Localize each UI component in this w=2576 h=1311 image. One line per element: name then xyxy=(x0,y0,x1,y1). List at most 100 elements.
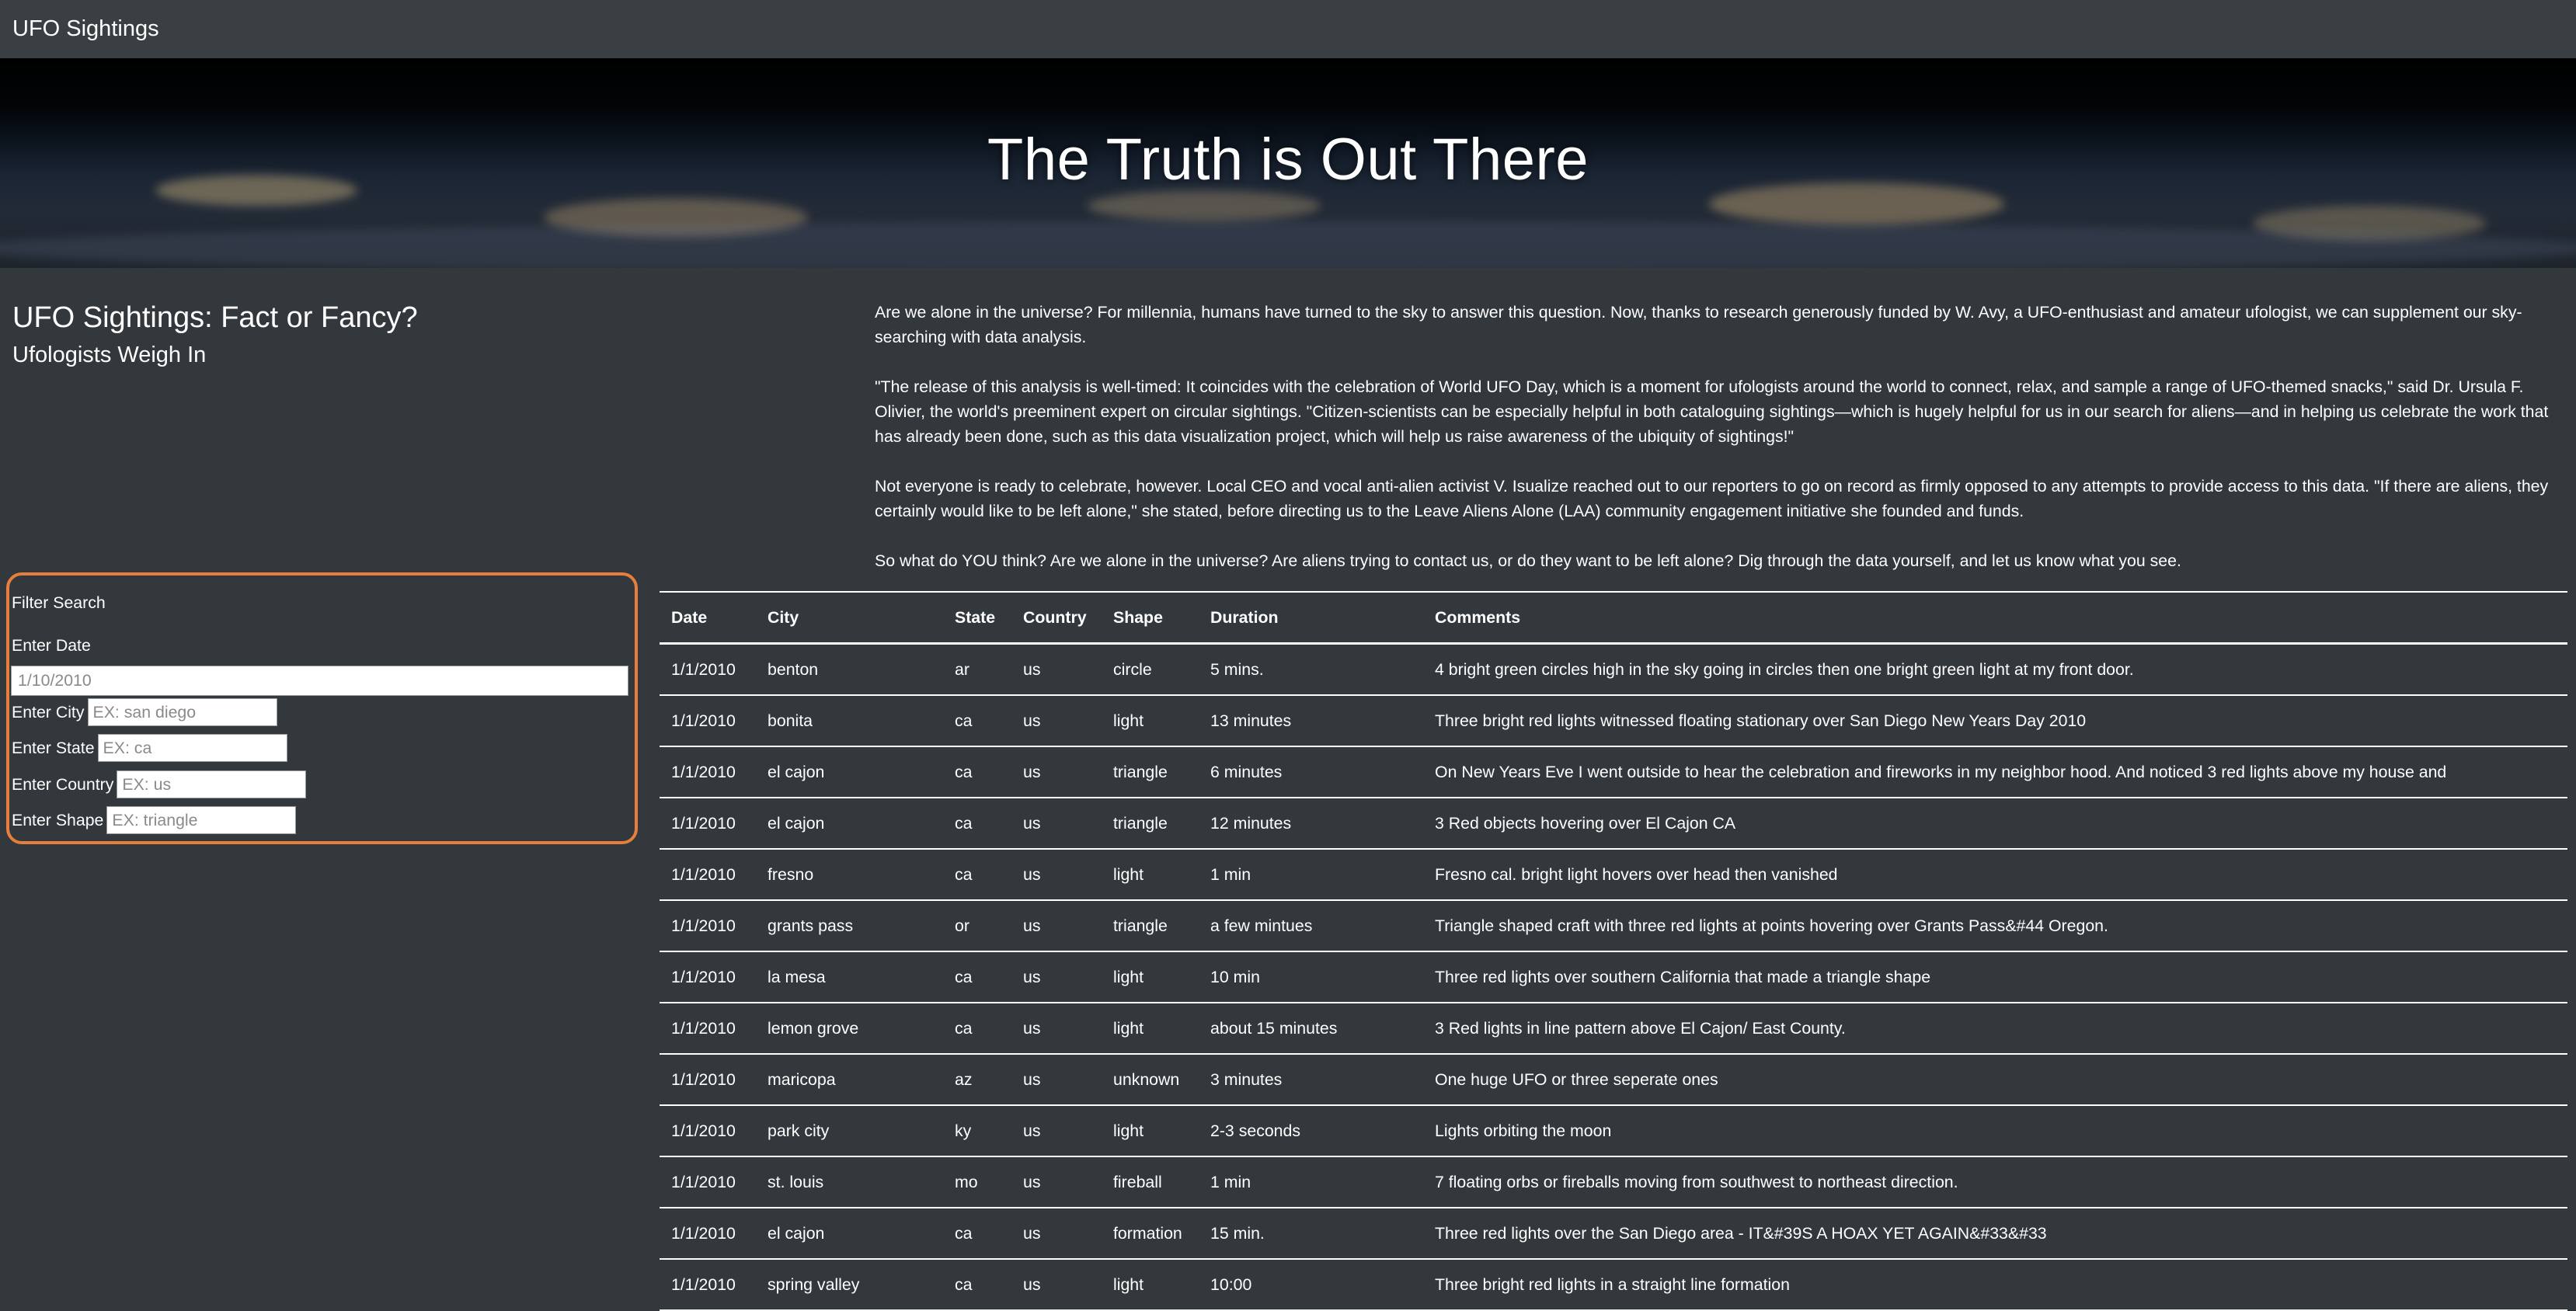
cell-duration: 12 minutes xyxy=(1199,798,1423,850)
table-row: 1/1/2010 benton ar us circle 5 mins. 4 bright … xyxy=(660,643,2567,696)
cell-city: maricopa xyxy=(756,1054,943,1106)
shape-input[interactable] xyxy=(106,806,297,834)
table-row: 1/1/2010 el cajon ca us triangle 6 minutes On … xyxy=(660,746,2567,798)
cell-comments: Fresno cal. bright light hovers over hea… xyxy=(1423,849,2567,901)
cell-date: 1/1/2010 xyxy=(660,1105,756,1157)
cell-date: 1/1/2010 xyxy=(660,1003,756,1055)
cell-country: us xyxy=(1011,900,1102,952)
state-input[interactable] xyxy=(97,734,287,762)
cell-comments: Triangle shaped craft with three red lig… xyxy=(1423,900,2567,952)
cell-comments: Three red lights over southern Californi… xyxy=(1423,951,2567,1003)
cell-city: st. louis xyxy=(756,1156,943,1208)
country-input[interactable] xyxy=(117,770,307,798)
hero-title: The Truth is Out There xyxy=(987,127,1589,193)
cell-shape: triangle xyxy=(1102,798,1199,850)
sightings-table-wrap: Date City State Country Shape Duration C… xyxy=(660,591,2567,1311)
cell-shape: triangle xyxy=(1102,900,1199,952)
cell-city: el cajon xyxy=(756,1208,943,1260)
cell-city: spring valley xyxy=(756,1259,943,1311)
cell-shape: light xyxy=(1102,951,1199,1003)
cell-duration: 15 min. xyxy=(1199,1208,1423,1260)
date-input[interactable] xyxy=(11,666,628,696)
cell-city: benton xyxy=(756,643,943,696)
cell-shape: light xyxy=(1102,849,1199,901)
cell-shape: light xyxy=(1102,1003,1199,1055)
cell-state: mo xyxy=(943,1156,1011,1208)
cell-state: ca xyxy=(943,746,1011,798)
country-label: Enter Country xyxy=(12,774,114,794)
cell-comments: 3 Red objects hovering over El Cajon CA xyxy=(1423,798,2567,850)
cell-city: bonita xyxy=(756,695,943,747)
cell-comments: Three bright red lights witnessed floati… xyxy=(1423,695,2567,747)
cell-shape: triangle xyxy=(1102,746,1199,798)
sightings-table: Date City State Country Shape Duration C… xyxy=(660,591,2567,1311)
column-header-duration: Duration xyxy=(1199,591,1423,645)
cell-duration: 5 mins. xyxy=(1199,643,1423,696)
table-row: 1/1/2010 spring valley ca us light 10:00 Three… xyxy=(660,1259,2567,1311)
cell-city: park city xyxy=(756,1105,943,1157)
city-input[interactable] xyxy=(87,698,277,726)
state-label: Enter State xyxy=(12,738,95,757)
column-header-comments: Comments xyxy=(1423,591,2567,645)
cell-state: or xyxy=(943,900,1011,952)
cell-shape: fireball xyxy=(1102,1156,1199,1208)
cell-comments: 4 bright green circles high in the sky g… xyxy=(1423,643,2567,696)
cell-date: 1/1/2010 xyxy=(660,1054,756,1106)
cell-country: us xyxy=(1011,849,1102,901)
cell-country: us xyxy=(1011,1054,1102,1106)
table-row: 1/1/2010 maricopa az us unknown 3 minutes One … xyxy=(660,1054,2567,1106)
cell-date: 1/1/2010 xyxy=(660,900,756,952)
table-header-row: Date City State Country Shape Duration C… xyxy=(660,591,2567,645)
cell-comments: Three bright red lights in a straight li… xyxy=(1423,1259,2567,1311)
cell-date: 1/1/2010 xyxy=(660,746,756,798)
table-body: 1/1/2010 benton ar us circle 5 mins. 4 bright … xyxy=(660,643,2567,1311)
cell-shape: light xyxy=(1102,1259,1199,1311)
cell-date: 1/1/2010 xyxy=(660,951,756,1003)
table-row: 1/1/2010 grants pass or us triangle a few min… xyxy=(660,900,2567,952)
cell-duration: 1 min xyxy=(1199,849,1423,901)
hero-banner: The Truth is Out There xyxy=(0,58,2576,268)
column-header-shape: Shape xyxy=(1102,591,1199,645)
cell-city: grants pass xyxy=(756,900,943,952)
cell-country: us xyxy=(1011,1003,1102,1055)
cell-shape: light xyxy=(1102,695,1199,747)
table-row: 1/1/2010 la mesa ca us light 10 min Three red … xyxy=(660,951,2567,1003)
cell-state: ca xyxy=(943,1003,1011,1055)
cell-city: fresno xyxy=(756,849,943,901)
table-row: 1/1/2010 fresno ca us light 1 min Fresno cal. … xyxy=(660,849,2567,901)
table-row: 1/1/2010 park city ky us light 2-3 seconds Lig… xyxy=(660,1105,2567,1157)
cell-country: us xyxy=(1011,1259,1102,1311)
cell-country: us xyxy=(1011,643,1102,696)
cell-comments: Three red lights over the San Diego area… xyxy=(1423,1208,2567,1260)
brand-link[interactable]: UFO Sightings xyxy=(12,14,159,43)
cell-country: us xyxy=(1011,746,1102,798)
cell-shape: formation xyxy=(1102,1208,1199,1260)
column-header-country: Country xyxy=(1011,591,1102,645)
table-row: 1/1/2010 el cajon ca us triangle 12 minutes 3 … xyxy=(660,798,2567,850)
cell-date: 1/1/2010 xyxy=(660,1259,756,1311)
cell-country: us xyxy=(1011,1105,1102,1157)
article-paragraph: Not everyone is ready to celebrate, howe… xyxy=(875,477,2549,520)
cell-duration: about 15 minutes xyxy=(1199,1003,1423,1055)
cell-state: ca xyxy=(943,1259,1011,1311)
hero-earth-lights xyxy=(0,221,2576,268)
cell-duration: 10 min xyxy=(1199,951,1423,1003)
cell-duration: 6 minutes xyxy=(1199,746,1423,798)
cell-comments: 7 floating orbs or fireballs moving from… xyxy=(1423,1156,2567,1208)
city-filter-row: Enter City xyxy=(12,697,277,727)
city-label: Enter City xyxy=(12,702,85,722)
column-header-state: State xyxy=(943,591,1011,645)
filter-title: Filter Search xyxy=(12,593,106,612)
table-row: 1/1/2010 el cajon ca us formation 15 min. Thre… xyxy=(660,1208,2567,1260)
cell-comments: On New Years Eve I went outside to hear … xyxy=(1423,746,2567,798)
shape-label: Enter Shape xyxy=(12,810,104,829)
cell-duration: 10:00 xyxy=(1199,1259,1423,1311)
cell-comments: One huge UFO or three seperate ones xyxy=(1423,1054,2567,1106)
cell-date: 1/1/2010 xyxy=(660,695,756,747)
hero-earth-lights xyxy=(1088,190,1321,221)
cell-shape: unknown xyxy=(1102,1054,1199,1106)
cell-date: 1/1/2010 xyxy=(660,643,756,696)
cell-shape: circle xyxy=(1102,643,1199,696)
column-header-date: Date xyxy=(660,591,756,645)
table-row: 1/1/2010 lemon grove ca us light about 15 min… xyxy=(660,1003,2567,1055)
